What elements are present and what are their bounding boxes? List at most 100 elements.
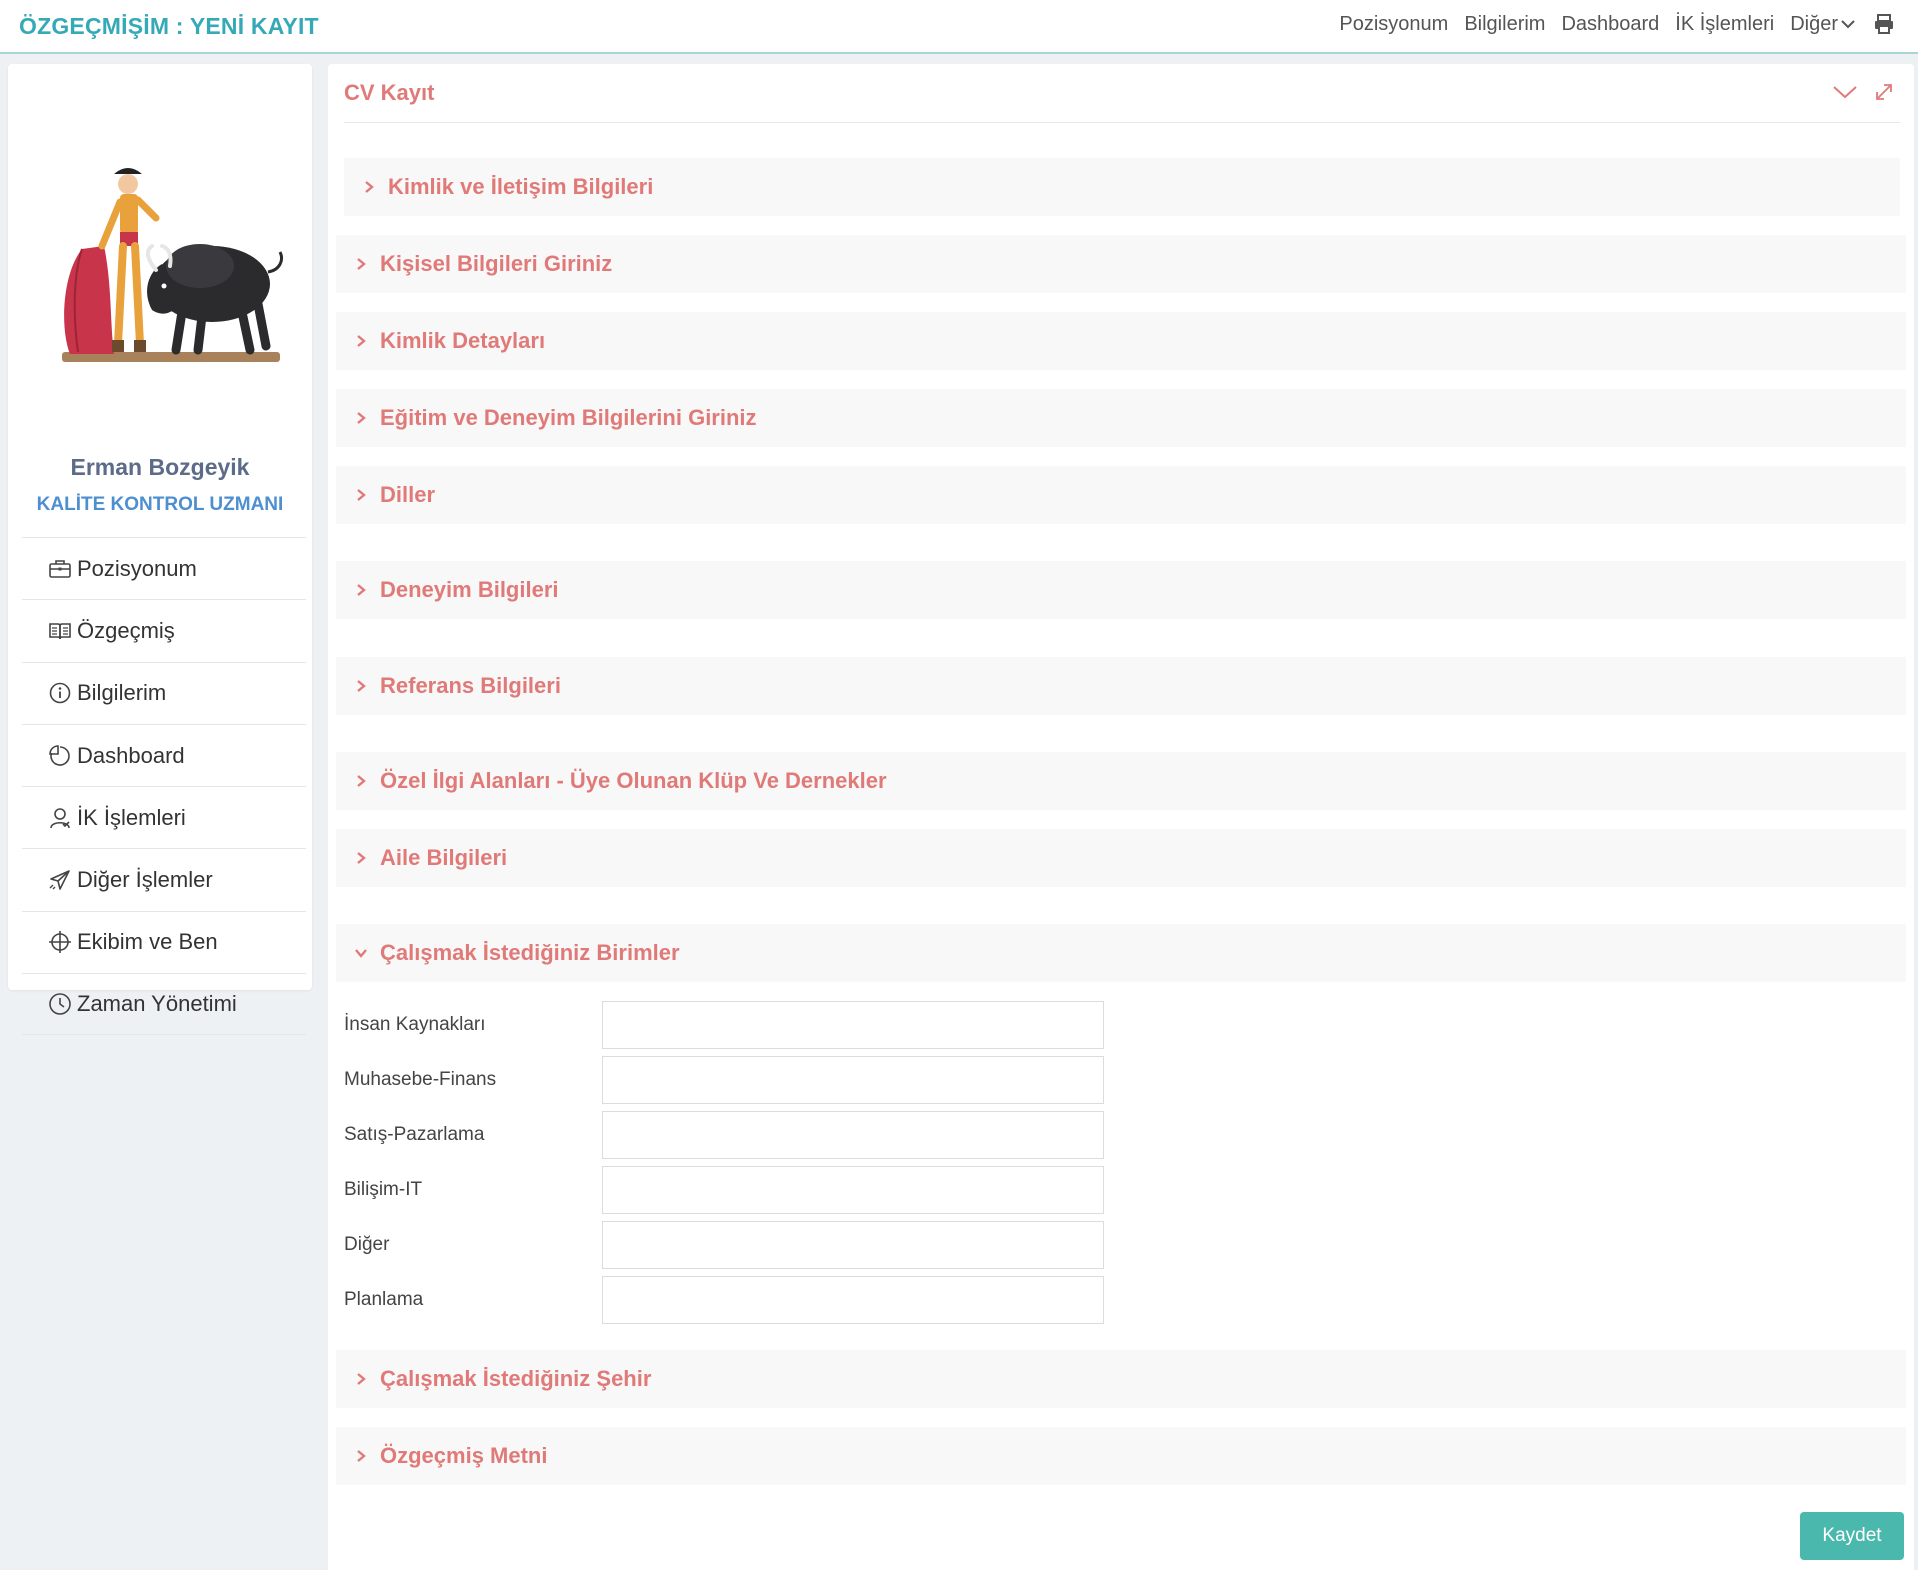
section-label: Deneyim Bilgileri <box>380 577 559 602</box>
plane-icon <box>47 867 73 893</box>
panel-tools <box>1832 82 1894 102</box>
sidebar-menu: Pozisyonum Özgeçmiş Bilgilerim Dashboard… <box>22 537 306 1036</box>
sidebar-item-ekibim-ve-ben[interactable]: Ekibim ve Ben <box>22 910 306 973</box>
field-label: Bilişim-IT <box>344 1179 423 1200</box>
chevron-right-icon <box>352 1370 370 1388</box>
chevron-right-icon <box>352 849 370 867</box>
chevron-right-icon <box>352 581 370 599</box>
nav-link-ik-islemleri[interactable]: İK İşlemleri <box>1675 13 1774 36</box>
book-icon <box>47 618 73 644</box>
section-label: Kimlik Detayları <box>380 328 546 353</box>
target-icon <box>47 929 73 955</box>
section-aile-bilgileri[interactable]: Aile Bilgileri <box>336 829 1906 887</box>
sidebar-item-label: Diğer İşlemler <box>77 867 213 893</box>
clock-icon <box>47 991 73 1017</box>
user-title: KALİTE KONTROL UZMANI <box>36 494 284 515</box>
bilisim-it-input[interactable] <box>602 1166 1104 1214</box>
chevron-right-icon <box>352 486 370 504</box>
section-label: Kişisel Bilgileri Giriniz <box>380 251 613 276</box>
section-egitim-deneyim[interactable]: Eğitim ve Deneyim Bilgilerini Giriniz <box>336 389 1906 447</box>
info-icon <box>47 680 73 706</box>
save-button[interactable]: Kaydet <box>1800 1512 1904 1560</box>
section-ozgecmis-metni[interactable]: Özgeçmiş Metni <box>336 1427 1906 1485</box>
sidebar-item-diger-islemler[interactable]: Diğer İşlemler <box>22 848 306 910</box>
cv-panel: CV Kayıt Kimlik ve İletişim Bilgileri Ki… <box>328 64 1914 1570</box>
expand-icon[interactable] <box>1874 82 1894 102</box>
sidebar-item-pozisyonum[interactable]: Pozisyonum <box>22 537 306 599</box>
briefcase-icon <box>47 556 73 582</box>
collapse-icon[interactable] <box>1832 82 1858 102</box>
panel-divider <box>344 122 1900 123</box>
nav-more-dropdown[interactable]: Diğer <box>1790 13 1856 36</box>
muhasebe-finans-input[interactable] <box>602 1056 1104 1104</box>
field-label: Planlama <box>344 1289 424 1310</box>
field-label: Diğer <box>344 1234 390 1255</box>
insan-kaynaklari-input[interactable] <box>602 1001 1104 1049</box>
section-label: Referans Bilgileri <box>380 673 561 698</box>
panel-title: CV Kayıt <box>344 80 435 105</box>
section-kimlik-detaylari[interactable]: Kimlik Detayları <box>336 312 1906 370</box>
section-label: Aile Bilgileri <box>380 845 508 870</box>
sidebar-item-zaman-yonetimi[interactable]: Zaman Yönetimi <box>22 973 306 1036</box>
section-label: Çalışmak İstediğiniz Birimler <box>380 940 680 965</box>
chevron-right-icon <box>352 772 370 790</box>
sidebar-item-ik-islemleri[interactable]: İK İşlemleri <box>22 786 306 848</box>
section-label: Diller <box>380 482 436 507</box>
section-kimlik-iletisim[interactable]: Kimlik ve İletişim Bilgileri <box>344 158 1900 216</box>
sidebar-item-label: Bilgilerim <box>77 680 167 706</box>
nav-more-label: Diğer <box>1790 12 1838 35</box>
chevron-right-icon <box>352 409 370 427</box>
avatar <box>62 168 283 362</box>
chevron-right-icon <box>352 1447 370 1465</box>
section-ozel-ilgi-alanlari[interactable]: Özel İlgi Alanları - Üye Olunan Klüp Ve … <box>336 752 1906 810</box>
field-row-insan-kaynaklari: İnsan Kaynakları <box>344 1001 1134 1049</box>
user-icon <box>47 805 73 831</box>
sidebar-item-label: Zaman Yönetimi <box>77 991 237 1017</box>
chevron-right-icon <box>352 255 370 273</box>
field-row-diger: Diğer <box>344 1221 1134 1269</box>
planlama-input[interactable] <box>602 1276 1104 1324</box>
section-label: Kimlik ve İletişim Bilgileri <box>388 174 654 199</box>
section-label: Özel İlgi Alanları - Üye Olunan Klüp Ve … <box>380 768 887 793</box>
field-label: Muhasebe-Finans <box>344 1069 497 1090</box>
section-referans-bilgileri[interactable]: Referans Bilgileri <box>336 657 1906 715</box>
nav-link-dashboard[interactable]: Dashboard <box>1561 13 1659 36</box>
user-name: Erman Bozgeyik <box>70 454 250 480</box>
sidebar-item-ozgecmis[interactable]: Özgeçmiş <box>22 599 306 661</box>
section-label: Eğitim ve Deneyim Bilgilerini Giriniz <box>380 405 757 430</box>
sidebar-item-label: Pozisyonum <box>77 555 197 581</box>
chevron-down-icon <box>352 944 370 962</box>
field-row-bilisim-it: Bilişim-IT <box>344 1166 1134 1214</box>
section-kisisel-bilgiler[interactable]: Kişisel Bilgileri Giriniz <box>336 235 1906 293</box>
printer-icon[interactable] <box>1872 12 1896 36</box>
sidebar-item-dashboard[interactable]: Dashboard <box>22 723 306 786</box>
field-row-planlama: Planlama <box>344 1276 1134 1324</box>
nav-link-pozisyonum[interactable]: Pozisyonum <box>1339 13 1448 36</box>
field-label: İnsan Kaynakları <box>344 1014 486 1035</box>
sidebar-item-bilgilerim[interactable]: Bilgilerim <box>22 661 306 724</box>
chevron-right-icon <box>360 178 378 196</box>
pie-chart-icon <box>47 743 73 769</box>
section-label: Özgeçmiş Metni <box>380 1443 548 1468</box>
top-bar: ÖZGEÇMİŞİM : YENİ KAYIT Pozisyonum Bilgi… <box>0 0 1918 54</box>
chevron-right-icon <box>352 677 370 695</box>
chevron-down-icon <box>1841 20 1855 29</box>
field-row-satis-pazarlama: Satış-Pazarlama <box>344 1111 1134 1159</box>
sidebar-item-label: Özgeçmiş <box>77 617 175 643</box>
chevron-right-icon <box>352 332 370 350</box>
sidebar-item-label: İK İşlemleri <box>77 804 186 830</box>
satis-pazarlama-input[interactable] <box>602 1111 1104 1159</box>
field-label: Satış-Pazarlama <box>344 1124 485 1145</box>
section-calismak-istediginiz-sehir[interactable]: Çalışmak İstediğiniz Şehir <box>336 1350 1906 1408</box>
top-nav: Pozisyonum Bilgilerim Dashboard İK İşlem… <box>1339 12 1896 36</box>
section-diller[interactable]: Diller <box>336 466 1906 524</box>
page-title: ÖZGEÇMİŞİM : YENİ KAYIT <box>19 13 319 39</box>
section-calismak-istediginiz-birimler[interactable]: Çalışmak İstediğiniz Birimler <box>336 924 1906 982</box>
nav-link-bilgilerim[interactable]: Bilgilerim <box>1464 13 1545 36</box>
sidebar-item-label: Ekibim ve Ben <box>77 929 218 955</box>
field-row-muhasebe-finans: Muhasebe-Finans <box>344 1056 1134 1104</box>
sidebar: Erman Bozgeyik KALİTE KONTROL UZMANI Poz… <box>8 64 312 1036</box>
section-label: Çalışmak İstediğiniz Şehir <box>380 1366 652 1391</box>
section-deneyim-bilgileri[interactable]: Deneyim Bilgileri <box>336 561 1906 619</box>
diger-input[interactable] <box>602 1221 1104 1269</box>
